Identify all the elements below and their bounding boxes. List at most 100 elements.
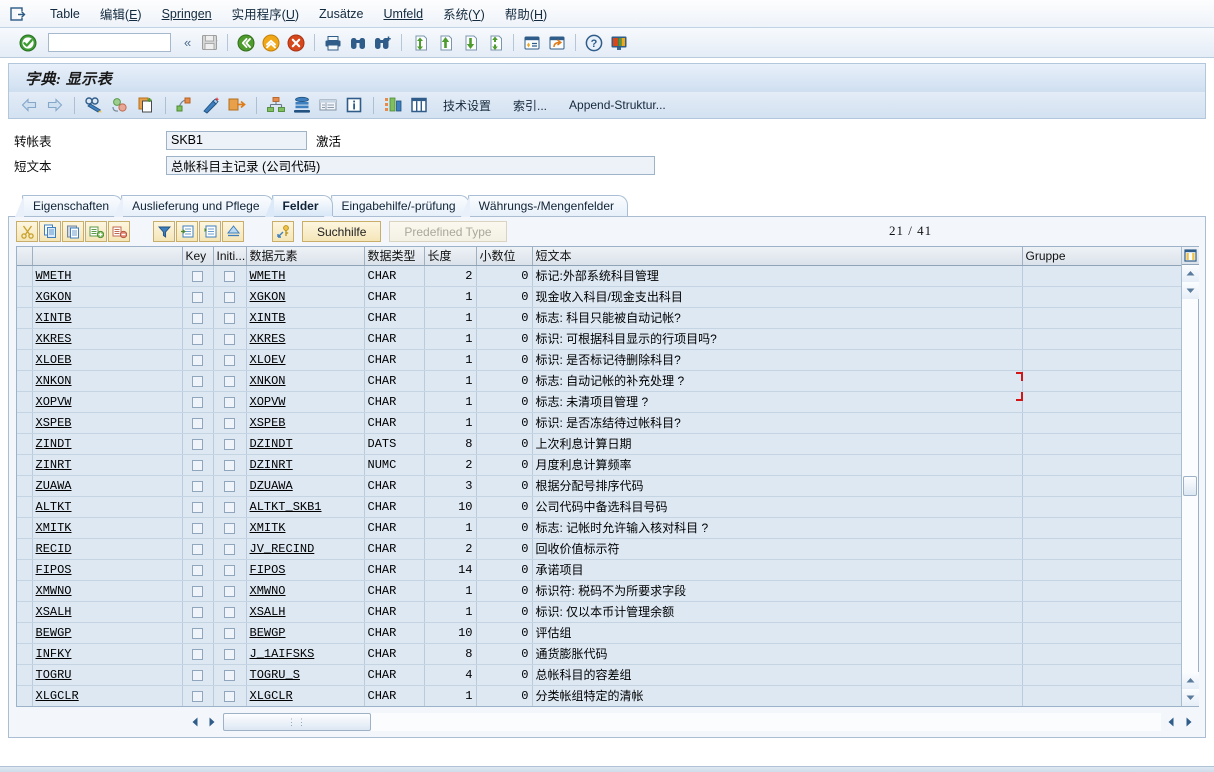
cell-data-type[interactable]: CHAR — [364, 664, 425, 686]
row-selector[interactable] — [17, 370, 33, 392]
cell-initial[interactable] — [213, 622, 247, 644]
field-name-link[interactable]: WMETH — [36, 269, 72, 283]
cell-key[interactable] — [182, 643, 214, 665]
cell-group[interactable] — [1022, 580, 1181, 602]
cell-field[interactable]: TOGRU — [32, 664, 183, 686]
cell-group[interactable] — [1022, 517, 1181, 539]
vertical-scroll-thumb[interactable] — [1183, 476, 1197, 496]
cell-short-text[interactable]: 标记:外部系统科目管理 — [532, 265, 1023, 287]
data-element-link[interactable]: XLOEV — [250, 353, 286, 367]
cell-initial[interactable] — [213, 601, 247, 623]
cell-key[interactable] — [182, 286, 214, 308]
initial-checkbox[interactable] — [224, 606, 235, 618]
data-element-link[interactable]: FIPOS — [250, 563, 286, 577]
row-selector[interactable] — [17, 559, 33, 581]
cell-decimals[interactable]: 0 — [476, 559, 533, 581]
cell-field[interactable]: XOPVW — [32, 391, 183, 413]
col-key[interactable]: Key — [182, 247, 214, 266]
cell-short-text[interactable]: 上次利息计算日期 — [532, 433, 1023, 455]
field-name-link[interactable]: ZUAWA — [36, 479, 72, 493]
cell-short-text[interactable]: 总帐科目的容差组 — [532, 664, 1023, 686]
cell-data-type[interactable]: CHAR — [364, 328, 425, 350]
cell-initial[interactable] — [213, 538, 247, 560]
col-decimals[interactable]: 小数位 — [476, 247, 533, 266]
row-selector[interactable] — [17, 496, 33, 518]
cell-short-text[interactable]: 评估组 — [532, 622, 1023, 644]
cell-data-type[interactable]: CHAR — [364, 391, 425, 413]
cell-group[interactable] — [1022, 685, 1181, 706]
cell-data-type[interactable]: CHAR — [364, 643, 425, 665]
cell-data-element[interactable]: XGKON — [246, 286, 365, 308]
tab-eingabehilfe-pruefung[interactable]: Eingabehilfe/-prüfung — [323, 195, 470, 217]
initial-checkbox[interactable] — [224, 417, 235, 429]
expand-up-button[interactable] — [222, 221, 244, 242]
menu-item-utilities[interactable]: 实用程序(U) — [222, 1, 309, 26]
cell-data-element[interactable]: J_1AIFSKS — [246, 643, 365, 665]
tab-waehrungs-mengenfelder[interactable]: Währungs-/Mengenfelder — [460, 195, 629, 217]
cell-length[interactable]: 10 — [424, 496, 477, 518]
row-selector[interactable] — [17, 475, 33, 497]
database-utility-button[interactable] — [290, 94, 314, 116]
cell-data-type[interactable]: NUMC — [364, 454, 425, 476]
cell-length[interactable]: 2 — [424, 454, 477, 476]
cell-decimals[interactable]: 0 — [476, 412, 533, 434]
initial-checkbox[interactable] — [224, 522, 235, 534]
tab-auslieferung-und-pflege[interactable]: Auslieferung und Pflege — [114, 195, 274, 217]
cell-decimals[interactable]: 0 — [476, 601, 533, 623]
key-checkbox[interactable] — [192, 312, 203, 324]
table-row[interactable]: ZINRT DZINRT NUMC 2 0 月度利息计算频率 — [17, 454, 1181, 476]
scroll-left-end-button[interactable] — [1162, 714, 1179, 731]
cell-group[interactable] — [1022, 664, 1181, 686]
cell-data-type[interactable]: CHAR — [364, 538, 425, 560]
menu-item-system[interactable]: 系统(Y) — [433, 1, 495, 26]
cell-key[interactable] — [182, 622, 214, 644]
cell-key[interactable] — [182, 685, 214, 706]
key-checkbox[interactable] — [192, 459, 203, 471]
cell-field[interactable]: XLGCLR — [32, 685, 183, 706]
last-page-button[interactable] — [484, 32, 506, 54]
cell-group[interactable] — [1022, 496, 1181, 518]
cell-field[interactable]: XKRES — [32, 328, 183, 350]
cancel-button[interactable] — [285, 32, 307, 54]
cell-key[interactable] — [182, 370, 214, 392]
cell-data-type[interactable]: CHAR — [364, 307, 425, 329]
columns-button[interactable] — [407, 94, 431, 116]
table-row[interactable]: FIPOS FIPOS CHAR 14 0 承诺项目 — [17, 559, 1181, 581]
cell-key[interactable] — [182, 328, 214, 350]
cell-length[interactable]: 10 — [424, 622, 477, 644]
cell-data-element[interactable]: XOPVW — [246, 391, 365, 413]
cell-data-element[interactable]: XSPEB — [246, 412, 365, 434]
display-change-button[interactable] — [82, 94, 106, 116]
field-name-link[interactable]: XNKON — [36, 374, 72, 388]
cell-decimals[interactable]: 0 — [476, 475, 533, 497]
cell-data-element[interactable]: XLOEV — [246, 349, 365, 371]
copy-object-button[interactable] — [134, 94, 158, 116]
data-element-link[interactable]: JV_RECIND — [250, 542, 315, 556]
cell-length[interactable]: 8 — [424, 433, 477, 455]
cell-length[interactable]: 14 — [424, 559, 477, 581]
cell-short-text[interactable]: 分类帐组特定的清帐 — [532, 685, 1023, 706]
cell-data-type[interactable]: CHAR — [364, 601, 425, 623]
cell-group[interactable] — [1022, 601, 1181, 623]
cell-data-type[interactable]: CHAR — [364, 349, 425, 371]
cell-data-type[interactable]: CHAR — [364, 517, 425, 539]
row-selector[interactable] — [17, 412, 33, 434]
menu-item-extras[interactable]: Zusätze — [309, 4, 373, 24]
table-row[interactable]: XMITK XMITK CHAR 1 0 标志: 记帐时允许输入核对科目 ? — [17, 517, 1181, 539]
cell-decimals[interactable]: 0 — [476, 664, 533, 686]
cell-length[interactable]: 3 — [424, 475, 477, 497]
help-button[interactable]: ? — [583, 32, 605, 54]
menu-item-table[interactable]: Table — [40, 4, 90, 24]
table-row[interactable]: XKRES XKRES CHAR 1 0 标识: 可根据科目显示的行项目吗? — [17, 328, 1181, 350]
cell-decimals[interactable]: 0 — [476, 496, 533, 518]
field-name-link[interactable]: INFKY — [36, 647, 72, 661]
data-element-link[interactable]: DZINRT — [250, 458, 293, 472]
cell-field[interactable]: WMETH — [32, 265, 183, 287]
previous-page-button[interactable] — [434, 32, 456, 54]
cell-key[interactable] — [182, 559, 214, 581]
append-structure-button[interactable]: Append-Struktur... — [559, 94, 676, 116]
cell-field[interactable]: BEWGP — [32, 622, 183, 644]
initial-checkbox[interactable] — [224, 585, 235, 597]
cell-data-element[interactable]: XMWNO — [246, 580, 365, 602]
field-name-link[interactable]: XMWNO — [36, 584, 72, 598]
